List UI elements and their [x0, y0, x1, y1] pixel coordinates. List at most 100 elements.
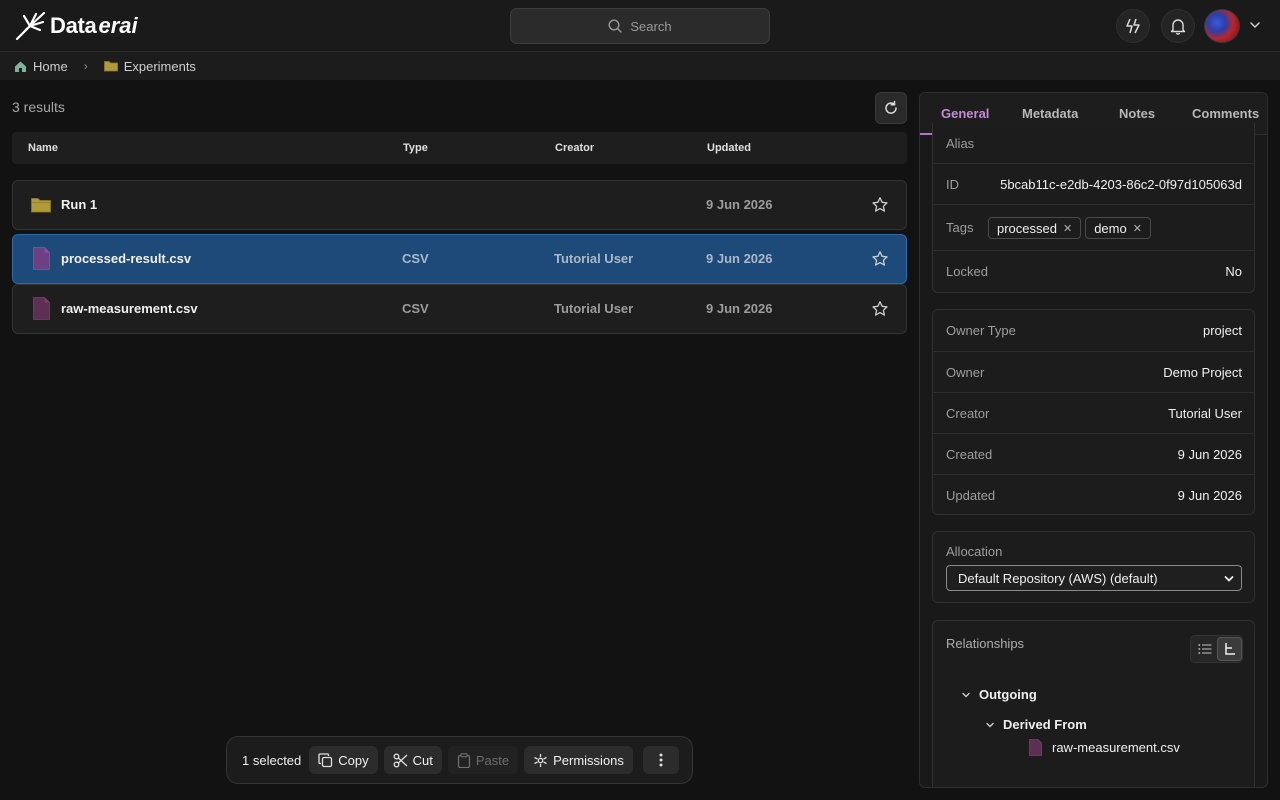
identity-card: Alias ID 5bcab11c-e2db-4203-86c2-0f97d10… — [932, 123, 1255, 293]
paste-label: Paste — [475, 752, 510, 768]
row-updated: 9 Jun 2026 — [706, 251, 773, 266]
column-name[interactable]: Name — [28, 142, 58, 154]
folder-icon — [31, 198, 51, 213]
folder-icon — [103, 61, 118, 72]
relationships-label: Relationships — [946, 636, 1025, 651]
star-icon[interactable] — [871, 196, 889, 214]
creator-value: Tutorial User — [1168, 406, 1242, 421]
top-bar: Data erai Search — [0, 0, 1280, 52]
search-icon — [608, 19, 623, 33]
copy-icon — [318, 752, 333, 767]
close-icon[interactable]: ✕ — [1063, 222, 1072, 235]
search-placeholder: Search — [630, 18, 672, 34]
refresh-button[interactable] — [875, 92, 907, 124]
row-type: CSV — [402, 251, 429, 266]
chevron-down-icon[interactable] — [1248, 18, 1262, 32]
close-icon[interactable]: ✕ — [1133, 222, 1142, 235]
tab-notes[interactable]: Notes — [1119, 106, 1155, 121]
owner-label: Owner — [946, 365, 985, 380]
notifications-button[interactable] — [1161, 9, 1195, 43]
created-label: Created — [946, 447, 993, 462]
details-panel: General Metadata Notes Comments Alias ID… — [919, 92, 1268, 788]
owner-type-row: Owner Type project — [933, 310, 1254, 351]
star-icon[interactable] — [871, 300, 889, 318]
owner-type-label: Owner Type — [946, 323, 1016, 338]
activity-button[interactable] — [1116, 9, 1150, 43]
selected-count: 1 selected — [242, 752, 302, 768]
table-row[interactable]: Run 1 9 Jun 2026 — [12, 180, 907, 230]
list-view-toggle[interactable] — [1192, 637, 1217, 661]
cut-button[interactable]: Cut — [383, 746, 442, 774]
locked-value: No — [1225, 264, 1242, 279]
id-value[interactable]: 5bcab11c-e2db-4203-86c2-0f97d105063d — [1000, 177, 1242, 192]
creator-row: Creator Tutorial User — [933, 392, 1254, 433]
row-creator: Tutorial User — [554, 251, 634, 266]
scissors-icon — [393, 753, 408, 767]
clipboard-icon — [457, 752, 471, 768]
avatar[interactable] — [1204, 9, 1240, 43]
allocation-select[interactable]: Default Repository (AWS) (default) — [946, 565, 1242, 591]
selection-action-bar: 1 selected Copy Cut Paste Permissions — [226, 736, 693, 784]
tab-comments[interactable]: Comments — [1192, 106, 1259, 121]
logo-mark-icon — [15, 11, 46, 41]
row-name: processed-result.csv — [61, 251, 192, 266]
locked-label: Locked — [946, 264, 988, 279]
tree-node-outgoing[interactable]: Outgoing — [961, 687, 1037, 702]
locked-row: Locked No — [933, 250, 1254, 291]
breadcrumb-home[interactable]: Home — [14, 59, 68, 74]
column-creator[interactable]: Creator — [555, 142, 594, 154]
column-type[interactable]: Type — [403, 142, 428, 154]
cut-label: Cut — [412, 752, 433, 768]
permissions-button[interactable]: Permissions — [524, 746, 633, 774]
table-header: Name Type Creator Updated — [12, 132, 907, 164]
tab-metadata[interactable]: Metadata — [1022, 106, 1078, 121]
logo-text-italic: erai — [98, 13, 138, 38]
star-icon[interactable] — [871, 250, 889, 268]
derived-file-name: raw-measurement.csv — [1052, 740, 1180, 755]
app-logo[interactable]: Data erai — [14, 10, 138, 42]
owner-row: Owner Demo Project — [933, 351, 1254, 392]
breadcrumb: Home › Experiments — [0, 52, 1280, 80]
owner-type-value: project — [1202, 323, 1242, 338]
id-label: ID — [946, 177, 959, 192]
tab-general[interactable]: General — [941, 106, 989, 121]
tags-list: processed ✕ demo ✕ — [988, 217, 1155, 239]
tag-processed[interactable]: processed ✕ — [988, 217, 1082, 239]
results-count: 3 results — [12, 99, 65, 115]
allocation-label: Allocation — [946, 544, 1003, 559]
row-updated: 9 Jun 2026 — [706, 197, 773, 212]
created-value: 9 Jun 2026 — [1177, 447, 1242, 462]
permissions-icon — [534, 753, 547, 767]
column-updated[interactable]: Updated — [707, 142, 751, 154]
tree-node-file[interactable]: raw-measurement.csv — [1029, 739, 1180, 756]
list-icon — [1197, 644, 1211, 654]
table-row-selected[interactable]: processed-result.csv CSV Tutorial User 9… — [12, 234, 907, 284]
table-row[interactable]: raw-measurement.csv CSV Tutorial User 9 … — [12, 284, 907, 334]
home-icon — [15, 61, 26, 72]
more-actions-button[interactable] — [642, 746, 679, 774]
updated-row: Updated 9 Jun 2026 — [933, 474, 1254, 515]
created-row: Created 9 Jun 2026 — [933, 433, 1254, 474]
outgoing-label: Outgoing — [979, 687, 1037, 702]
row-updated: 9 Jun 2026 — [706, 301, 773, 316]
row-type: CSV — [402, 301, 429, 316]
search-input[interactable]: Search — [510, 8, 770, 44]
tags-row: Tags processed ✕ demo ✕ — [933, 204, 1254, 250]
breadcrumb-separator: › — [83, 59, 88, 73]
bell-icon — [1170, 19, 1186, 35]
tag-demo[interactable]: demo ✕ — [1085, 217, 1151, 239]
owner-value: Demo Project — [1163, 365, 1242, 380]
file-icon — [1029, 739, 1042, 756]
creator-label: Creator — [946, 406, 990, 421]
paste-button[interactable]: Paste — [447, 746, 519, 774]
tree-node-derived-from[interactable]: Derived From — [985, 717, 1087, 732]
breadcrumb-experiments[interactable]: Experiments — [103, 59, 196, 74]
file-icon — [33, 247, 50, 270]
logo-text: Data — [50, 13, 97, 38]
chevron-down-icon — [986, 722, 994, 727]
alias-label: Alias — [946, 136, 975, 151]
copy-button[interactable]: Copy — [309, 746, 378, 774]
tag-label: processed — [997, 220, 1057, 236]
row-name: raw-measurement.csv — [61, 301, 198, 316]
tree-view-toggle[interactable] — [1217, 637, 1242, 661]
